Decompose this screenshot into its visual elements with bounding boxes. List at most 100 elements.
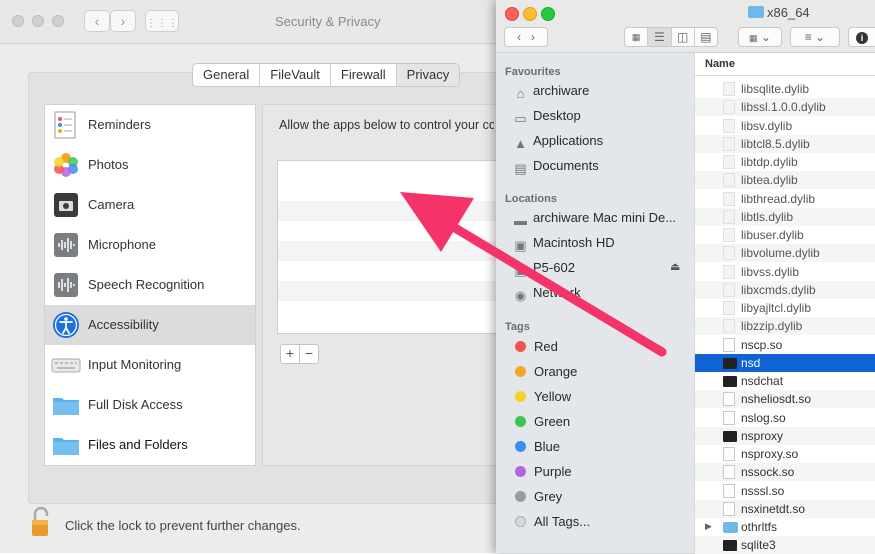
category-label: Camera: [88, 197, 135, 212]
tag-label: Green: [534, 414, 571, 429]
file-row[interactable]: nssock.so: [695, 463, 875, 482]
tag-all-tags[interactable]: All Tags...: [512, 514, 692, 534]
document-icon: [723, 410, 735, 425]
file-row[interactable]: nsdchat: [695, 372, 875, 390]
file-row[interactable]: libvss.dylib: [695, 263, 875, 281]
tag-red[interactable]: Red: [512, 339, 692, 359]
document-icon: [723, 136, 735, 151]
close-button[interactable]: [12, 15, 24, 27]
file-row[interactable]: libthread.dylib: [695, 190, 875, 208]
file-row[interactable]: libvolume.dylib: [695, 244, 875, 263]
tag-yellow[interactable]: Yellow: [512, 389, 692, 409]
group-by-button[interactable]: ▦ ⌄: [738, 27, 782, 47]
file-row[interactable]: libsqlite.dylib: [695, 80, 875, 98]
minimize-button[interactable]: [523, 7, 537, 21]
tag-purple[interactable]: Purple: [512, 464, 692, 484]
tags-header: Tags: [505, 321, 530, 333]
tag-dot-icon: [515, 416, 526, 427]
file-row[interactable]: libtls.dylib: [695, 207, 875, 226]
column-view-icon[interactable]: ◫: [672, 28, 695, 46]
file-name: libsqlite.dylib: [741, 82, 810, 96]
sidebar-item-archiware[interactable]: ⌂ archiware: [512, 83, 692, 103]
list-view-icon[interactable]: ☰: [648, 28, 672, 46]
disk-icon: ▣: [514, 238, 527, 253]
file-row[interactable]: libtea.dylib: [695, 171, 875, 190]
tag-dot-icon: [515, 441, 526, 452]
category-speech-recognition[interactable]: Speech Recognition: [45, 265, 255, 305]
speech-recognition-icon: [54, 273, 78, 297]
file-row[interactable]: nslog.so: [695, 409, 875, 427]
category-microphone[interactable]: Microphone: [45, 225, 255, 265]
minimize-button[interactable]: [32, 15, 44, 27]
file-row[interactable]: nsproxy: [695, 426, 875, 445]
file-row[interactable]: nscp.so: [695, 336, 875, 354]
tag-orange[interactable]: Orange: [512, 364, 692, 384]
category-photos[interactable]: Photos: [45, 145, 255, 185]
lock-icon[interactable]: [30, 506, 52, 538]
category-label: Speech Recognition: [88, 277, 205, 292]
tag-blue[interactable]: Blue: [512, 439, 692, 459]
file-row[interactable]: nsssl.so: [695, 482, 875, 500]
folder-icon: [723, 522, 738, 533]
back-forward-buttons[interactable]: ‹ ›: [504, 27, 548, 47]
tag-label: Grey: [534, 489, 563, 504]
file-row[interactable]: sqlite3: [695, 536, 875, 554]
file-row[interactable]: libsv.dylib: [695, 117, 875, 135]
action-button[interactable]: ≡ ⌄: [790, 27, 840, 47]
tag-grey[interactable]: Grey: [512, 489, 692, 509]
sidebar-item-p5-602[interactable]: ▣ P5-602 ⏏: [512, 260, 692, 280]
file-row[interactable]: libxcmds.dylib: [695, 280, 875, 299]
document-icon: [723, 118, 735, 133]
sidebar-item-label: archiware Mac mini De...: [533, 210, 677, 225]
file-row[interactable]: nsproxy.so: [695, 445, 875, 463]
sidebar-item-applications[interactable]: ▲ Applications: [512, 133, 692, 153]
zoom-button[interactable]: [52, 15, 64, 27]
zoom-button[interactable]: [541, 7, 555, 21]
add-button[interactable]: +: [281, 345, 299, 363]
folder-icon: [53, 398, 79, 415]
file-row[interactable]: libyajltcl.dylib: [695, 299, 875, 317]
file-row[interactable]: nsheliosdt.so: [695, 390, 875, 409]
finder-title-text: x86_64: [767, 5, 810, 20]
sidebar-item-documents[interactable]: ▤ Documents: [512, 158, 692, 178]
info-icon: i: [856, 32, 868, 44]
sidebar-item-desktop[interactable]: ▭ Desktop: [512, 108, 692, 128]
file-row[interactable]: ▶ othrltfs: [695, 518, 875, 536]
info-button[interactable]: i: [848, 27, 875, 47]
file-row[interactable]: nsd: [695, 353, 875, 372]
sidebar-item-mac-mini[interactable]: ▬ archiware Mac mini De...: [512, 210, 692, 230]
tag-green[interactable]: Green: [512, 414, 692, 434]
forward-button[interactable]: ›: [110, 10, 136, 32]
remove-button[interactable]: −: [299, 345, 318, 363]
disclosure-triangle-icon[interactable]: ▶: [705, 521, 712, 532]
category-accessibility[interactable]: Accessibility: [45, 305, 255, 345]
icon-view-icon[interactable]: ▦: [625, 28, 649, 46]
file-name: nsd: [741, 355, 761, 370]
tab-general[interactable]: General: [193, 64, 261, 86]
eject-icon[interactable]: ⏏: [670, 260, 680, 273]
show-all-button[interactable]: ⋮⋮⋮: [145, 10, 179, 32]
file-row[interactable]: nsxinetdt.so: [695, 499, 875, 518]
column-header-name[interactable]: Name: [695, 53, 875, 76]
file-row[interactable]: libuser.dylib: [695, 226, 875, 244]
sidebar-item-network[interactable]: ◉ Network: [512, 285, 692, 305]
tab-filevault[interactable]: FileVault: [260, 64, 331, 86]
file-row[interactable]: libtcl8.5.dylib: [695, 134, 875, 153]
file-row[interactable]: libssl.1.0.0.dylib: [695, 98, 875, 117]
file-row[interactable]: libtdp.dylib: [695, 153, 875, 171]
category-reminders[interactable]: Reminders: [45, 105, 255, 145]
category-camera[interactable]: Camera: [45, 185, 255, 225]
back-button[interactable]: ‹: [84, 10, 110, 32]
category-files-and-folders[interactable]: Files and Folders: [45, 425, 255, 465]
tab-privacy[interactable]: Privacy: [396, 64, 460, 86]
apps-list[interactable]: [277, 160, 504, 334]
file-row[interactable]: libzzip.dylib: [695, 317, 875, 336]
tag-label: All Tags...: [534, 514, 591, 529]
close-button[interactable]: [505, 7, 519, 21]
tab-firewall[interactable]: Firewall: [331, 64, 397, 86]
category-full-disk-access[interactable]: Full Disk Access: [45, 385, 255, 425]
sidebar-item-macintosh-hd[interactable]: ▣ Macintosh HD: [512, 235, 692, 255]
file-name: libuser.dylib: [741, 228, 804, 242]
gallery-view-icon[interactable]: ▤: [695, 28, 717, 46]
category-input-monitoring[interactable]: Input Monitoring: [45, 345, 255, 385]
